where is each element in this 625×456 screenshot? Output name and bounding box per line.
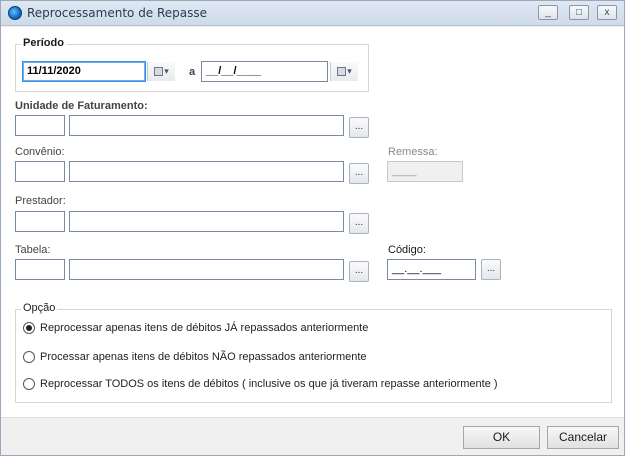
chevron-down-icon: ▾ [347, 66, 352, 76]
tabela-name-field[interactable] [69, 259, 344, 280]
calendar-icon [154, 67, 164, 77]
tabela-code-field[interactable] [15, 259, 65, 280]
dialog-body: Período 11/11/2020 ▾ a __/__/____ ▾ Unid… [1, 27, 624, 417]
calendar-icon [337, 67, 347, 77]
cancel-button[interactable]: Cancelar [547, 426, 619, 449]
tabela-label: Tabela: [15, 244, 51, 256]
start-date-calendar-button[interactable]: ▾ [147, 62, 175, 81]
title-bar: Reprocessamento de Repasse _ □ x [1, 1, 624, 26]
prestador-code-field[interactable] [15, 211, 65, 232]
dialog-window: Reprocessamento de Repasse _ □ x Período… [0, 0, 625, 456]
unidade-code-field[interactable] [15, 115, 65, 136]
tabela-lookup-button[interactable]: ... [349, 261, 369, 282]
codigo-lookup-button[interactable]: ... [481, 259, 501, 280]
chevron-down-icon: ▾ [164, 66, 169, 76]
ok-button[interactable]: OK [463, 426, 540, 449]
option-process-not-repassed[interactable]: Processar apenas itens de débitos NÃO re… [23, 349, 367, 365]
option-reprocess-repassed[interactable]: Reprocessar apenas itens de débitos JÁ r… [23, 320, 368, 336]
option-label: Reprocessar apenas itens de débitos JÁ r… [40, 322, 369, 334]
prestador-label: Prestador: [15, 195, 66, 207]
minimize-button[interactable]: _ [538, 5, 558, 20]
opcao-legend: Opção [21, 302, 58, 314]
date-separator: a [189, 66, 196, 78]
prestador-lookup-button[interactable]: ... [349, 213, 369, 234]
remessa-field: ____ [387, 161, 463, 182]
convenio-label: Convênio: [15, 146, 65, 158]
convenio-name-field[interactable] [69, 161, 344, 182]
radio-button[interactable] [23, 378, 35, 390]
radio-button-selected[interactable] [23, 322, 35, 334]
unidade-label: Unidade de Faturamento: [15, 100, 148, 112]
remessa-label: Remessa: [388, 146, 438, 158]
radio-button[interactable] [23, 351, 35, 363]
codigo-field[interactable]: __.__.___ [387, 259, 476, 280]
option-label: Reprocessar TODOS os itens de débitos ( … [40, 378, 498, 390]
convenio-code-field[interactable] [15, 161, 65, 182]
codigo-label: Código: [388, 244, 426, 256]
close-button[interactable]: x [597, 5, 617, 20]
end-date-field[interactable]: __/__/____ [201, 61, 328, 82]
prestador-name-field[interactable] [69, 211, 344, 232]
unidade-name-field[interactable] [69, 115, 344, 136]
start-date-field[interactable]: 11/11/2020 [22, 61, 146, 82]
maximize-button[interactable]: □ [569, 5, 589, 20]
end-date-calendar-button[interactable]: ▾ [330, 62, 358, 81]
periodo-legend: Período [21, 37, 66, 49]
dialog-footer: OK Cancelar [1, 417, 624, 455]
convenio-lookup-button[interactable]: ... [349, 163, 369, 184]
app-icon [8, 6, 22, 20]
window-title: Reprocessamento de Repasse [27, 6, 208, 20]
option-reprocess-all[interactable]: Reprocessar TODOS os itens de débitos ( … [23, 376, 498, 392]
option-label: Processar apenas itens de débitos NÃO re… [40, 351, 367, 363]
unidade-lookup-button[interactable]: ... [349, 117, 369, 138]
